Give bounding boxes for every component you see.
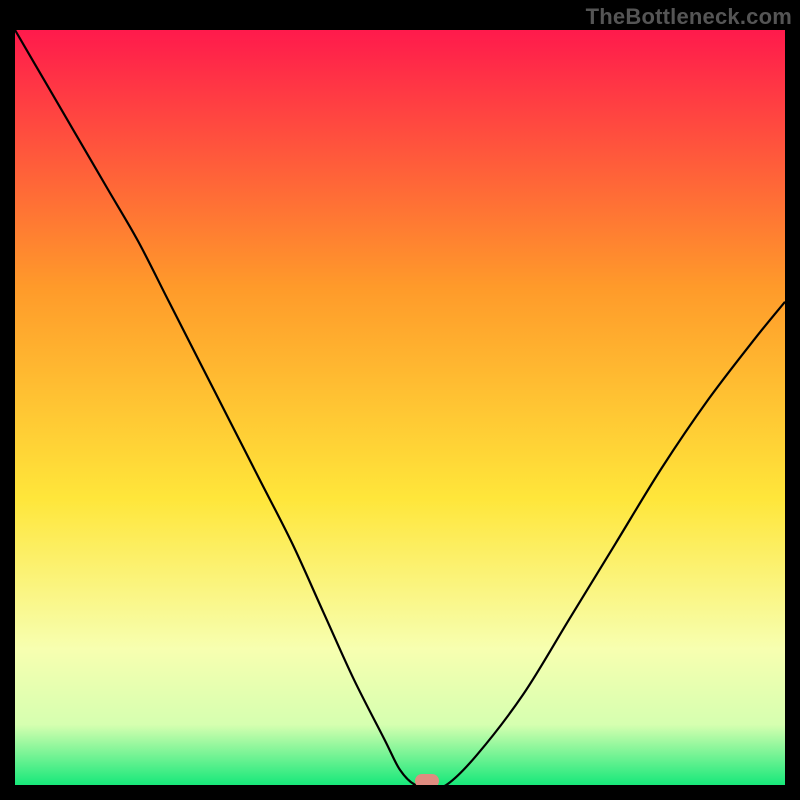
- optimum-marker: [415, 774, 439, 785]
- plot-area: [15, 30, 785, 785]
- attribution-label: TheBottleneck.com: [586, 4, 792, 30]
- chart-root: TheBottleneck.com: [0, 0, 800, 800]
- bottleneck-curve: [15, 30, 785, 785]
